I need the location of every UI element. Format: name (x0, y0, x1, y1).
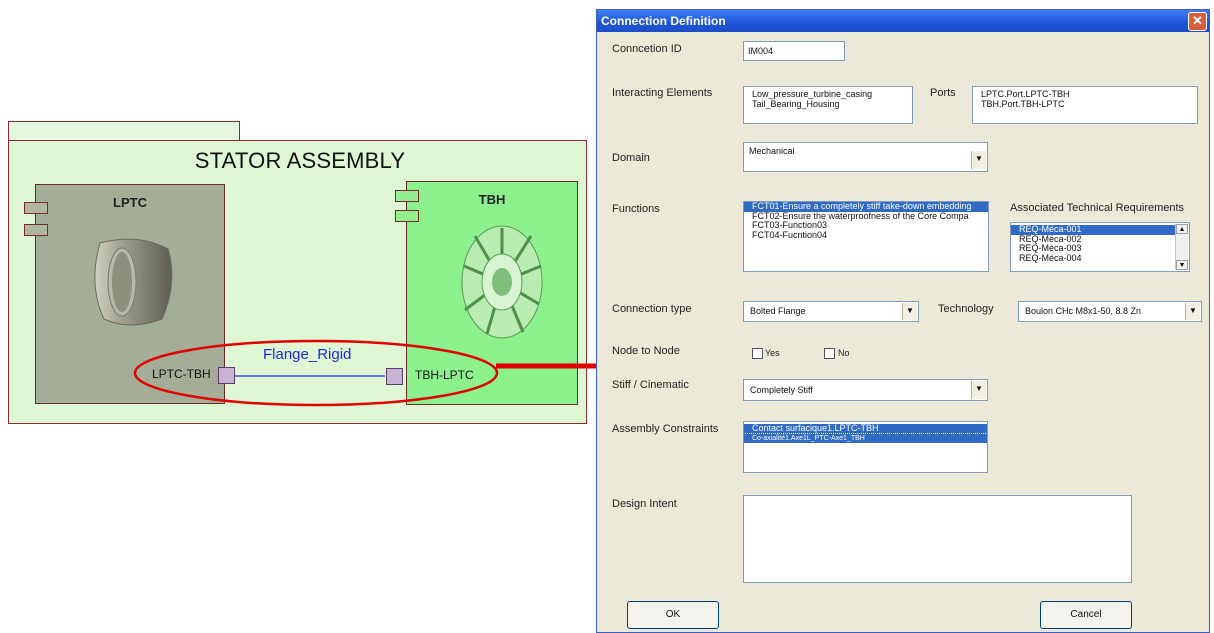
chevron-down-icon[interactable]: ▼ (971, 151, 986, 169)
stiff-select[interactable]: Completely Stiff ▼ (743, 379, 988, 401)
dialog-title: Connection Definition (601, 14, 726, 28)
ports-label: Ports (930, 87, 956, 99)
lptc-port-label: LPTC-TBH (152, 367, 211, 381)
connection-id-label: Conncetion ID (612, 43, 682, 55)
cancel-button[interactable]: Cancel (1040, 601, 1132, 629)
scroll-down-icon[interactable]: ▼ (1176, 260, 1188, 270)
tbh-port[interactable] (386, 368, 403, 385)
yes-checkbox[interactable] (752, 348, 763, 359)
no-checkbox[interactable] (824, 348, 835, 359)
constraint-item[interactable]: Contact surfacique1.LPTC-TBH (744, 423, 987, 434)
chevron-down-icon[interactable]: ▼ (1185, 303, 1200, 320)
assembly-constraints-label: Assembly Constraints (612, 423, 719, 435)
technology-label: Technology (938, 303, 994, 315)
chevron-down-icon[interactable]: ▼ (902, 303, 917, 320)
connection-type-label: Connection type (612, 303, 692, 315)
yes-label: Yes (765, 348, 780, 358)
link-label[interactable]: Flange_Rigid (263, 346, 351, 363)
domain-label: Domain (612, 152, 650, 164)
constraint-item[interactable]: Co-axialité1.Axe1L_PTC-Axe1_TBH (744, 432, 987, 444)
interacting-elements-label: Interacting Elements (612, 87, 713, 99)
stiff-label: Stiff / Cinematic (612, 379, 689, 391)
requirements-label: Associated Technical Requirements (1010, 202, 1185, 214)
sysml-diagram: STATOR ASSEMBLY LPTC TBH Flange_Rigid LP… (0, 0, 600, 633)
node-to-node-label: Node to Node (612, 345, 680, 357)
dialog-titlebar[interactable]: Connection Definition ✕ (597, 10, 1209, 32)
requirements-item[interactable]: REQ-Méca-004 (1011, 253, 1189, 264)
functions-label: Functions (612, 203, 660, 215)
close-icon[interactable]: ✕ (1188, 12, 1207, 31)
connection-id-input[interactable]: IM004 (743, 41, 845, 61)
ok-button[interactable]: OK (627, 601, 719, 629)
design-intent-label: Design Intent (612, 498, 677, 510)
tbh-port-label: TBH-LPTC (415, 368, 474, 382)
scroll-up-icon[interactable]: ▲ (1176, 224, 1188, 234)
requirements-list[interactable]: REQ-Méca-001 REQ-Méca-002 REQ-Méca-003 R… (1010, 222, 1190, 272)
functions-item[interactable]: FCT04-Fucntion04 (744, 230, 988, 241)
domain-select[interactable]: Mechanical ▼ (743, 142, 988, 172)
connection-type-select[interactable]: Bolted Flange ▼ (743, 301, 919, 322)
connection-definition-dialog: Connection Definition ✕ Conncetion ID IM… (596, 9, 1210, 633)
interacting-elements-field[interactable]: Low_pressure_turbine_casing Tail_Bearing… (743, 86, 913, 124)
technology-select[interactable]: Boulon CHc M8x1-50, 8.8 Zn ▼ (1018, 301, 1202, 322)
functions-list[interactable]: FCT01-Ensure a completely stiff take-dow… (743, 201, 989, 272)
connection-overlay (133, 339, 600, 407)
requirements-scrollbar[interactable]: ▲ ▼ (1175, 224, 1188, 270)
lptc-port[interactable] (218, 367, 235, 384)
chevron-down-icon[interactable]: ▼ (971, 381, 986, 399)
no-label: No (838, 348, 850, 358)
assembly-constraints-list[interactable]: Contact surfacique1.LPTC-TBH Co-axialité… (743, 421, 988, 473)
design-intent-textarea[interactable] (743, 495, 1132, 583)
ports-field[interactable]: LPTC.Port.LPTC-TBH TBH.Port.TBH-LPTC (972, 86, 1198, 124)
